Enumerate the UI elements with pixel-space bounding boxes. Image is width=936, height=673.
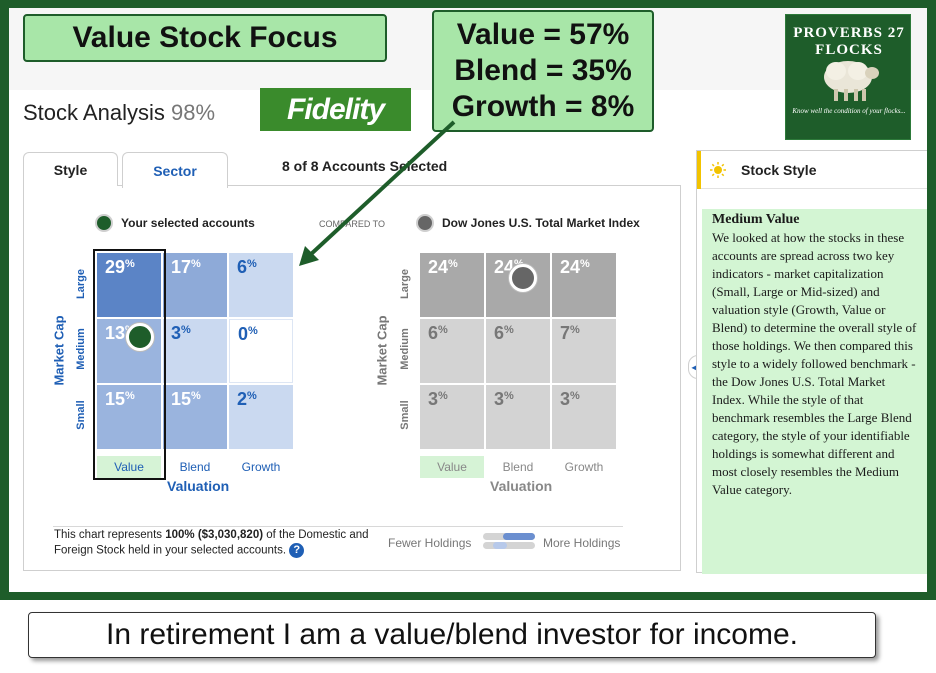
benchmark-style-marker bbox=[509, 264, 537, 292]
cell-medium-blend[interactable]: 3% bbox=[163, 319, 227, 383]
bench-medium-growth[interactable]: 7% bbox=[552, 319, 616, 383]
help-icon[interactable]: ? bbox=[289, 543, 305, 558]
more-holdings-label: More Holdings bbox=[543, 536, 621, 550]
benchmark-y-axis-label: Market Cap bbox=[374, 315, 390, 386]
bench-small-blend[interactable]: 3% bbox=[486, 385, 550, 449]
legend-selected-label: Your selected accounts bbox=[121, 216, 255, 230]
logo-tagline: Know well the condition of your flocks..… bbox=[792, 107, 906, 115]
cell-small-growth[interactable]: 2% bbox=[229, 385, 293, 449]
bench-small-growth[interactable]: 3% bbox=[552, 385, 616, 449]
compared-to-label: COMPARED TO bbox=[319, 219, 386, 229]
analysis-percent: 98% bbox=[170, 100, 216, 125]
allocation-callout: Value = 57% Blend = 35% Growth = 8% bbox=[432, 10, 654, 132]
holdings-scale-icon bbox=[483, 533, 535, 549]
cell-large-growth[interactable]: 6% bbox=[229, 253, 293, 317]
fewer-holdings-label: Fewer Holdings bbox=[388, 536, 472, 550]
col-label-blend: Blend bbox=[179, 460, 211, 474]
legend-selected: Your selected accounts bbox=[95, 214, 255, 232]
fidelity-logo: Fidelity bbox=[260, 88, 411, 131]
bench-col-blend: Blend bbox=[502, 460, 534, 474]
style-result-text: We looked at how the stocks in these acc… bbox=[712, 230, 917, 497]
benchmark-row-large: Large bbox=[399, 269, 411, 299]
chart-footnote: This chart represents 100% ($3,030,820) … bbox=[54, 529, 369, 558]
caption-callout: In retirement I am a value/blend investo… bbox=[28, 612, 876, 658]
legend-benchmark: Dow Jones U.S. Total Market Index bbox=[416, 214, 640, 232]
cell-medium-growth[interactable]: 0% bbox=[229, 319, 293, 383]
tab-sector[interactable]: Sector bbox=[122, 152, 228, 188]
sidebar-header: Stock Style bbox=[697, 151, 927, 189]
row-label-large: Large bbox=[75, 269, 87, 299]
sidebar-title: Stock Style bbox=[741, 162, 817, 178]
bench-medium-blend[interactable]: 6% bbox=[486, 319, 550, 383]
style-result-heading: Medium Value bbox=[712, 212, 800, 227]
growth-share: Growth = 8% bbox=[451, 90, 635, 123]
title-callout: Value Stock Focus bbox=[23, 14, 387, 62]
stock-style-sidebar: Stock Style Medium Value We looked at ho… bbox=[696, 150, 927, 574]
y-axis-label: Market Cap bbox=[51, 315, 67, 386]
bench-large-growth[interactable]: 24% bbox=[552, 253, 616, 317]
sheep-icon bbox=[824, 61, 879, 101]
x-axis-label: Valuation bbox=[167, 478, 230, 494]
legend-benchmark-label: Dow Jones U.S. Total Market Index bbox=[442, 216, 640, 230]
benchmark-row-medium: Medium bbox=[399, 328, 411, 370]
bench-large-value[interactable]: 24% bbox=[420, 253, 484, 317]
accounts-selected[interactable]: 8 of 8 Accounts Selected bbox=[282, 158, 447, 174]
row-label-small: Small bbox=[75, 400, 87, 430]
value-share: Value = 57% bbox=[456, 18, 630, 51]
bench-small-value[interactable]: 3% bbox=[420, 385, 484, 449]
bench-x-axis-label: Valuation bbox=[490, 478, 553, 494]
value-column-highlight bbox=[93, 249, 166, 480]
cell-large-blend[interactable]: 17% bbox=[163, 253, 227, 317]
stock-analysis-heading: Stock Analysis 98% bbox=[23, 100, 215, 126]
sidebar-accent bbox=[697, 151, 701, 189]
bench-col-value: Value bbox=[420, 456, 484, 478]
row-label-medium: Medium bbox=[75, 328, 87, 370]
blend-share: Blend = 35% bbox=[454, 54, 632, 87]
content-area: Value Stock Focus Value = 57% Blend = 35… bbox=[9, 8, 927, 592]
tab-style[interactable]: Style bbox=[23, 152, 118, 186]
selected-dot-icon bbox=[95, 214, 113, 232]
benchmark-dot-icon bbox=[416, 214, 434, 232]
bench-medium-value[interactable]: 6% bbox=[420, 319, 484, 383]
cell-small-blend[interactable]: 15% bbox=[163, 385, 227, 449]
footnote-amount: 100% ($3,030,820) bbox=[165, 529, 264, 541]
lightbulb-icon bbox=[710, 162, 726, 178]
sidebar-description: Medium Value We looked at how the stocks… bbox=[702, 209, 927, 574]
bench-col-growth: Growth bbox=[564, 460, 604, 474]
analysis-label: Stock Analysis bbox=[23, 100, 165, 125]
divider bbox=[53, 526, 623, 527]
proverbs-logo: PROVERBS 27 FLOCKS Know well the conditi… bbox=[785, 14, 911, 140]
benchmark-row-small: Small bbox=[399, 400, 411, 430]
col-label-growth: Growth bbox=[241, 460, 281, 474]
